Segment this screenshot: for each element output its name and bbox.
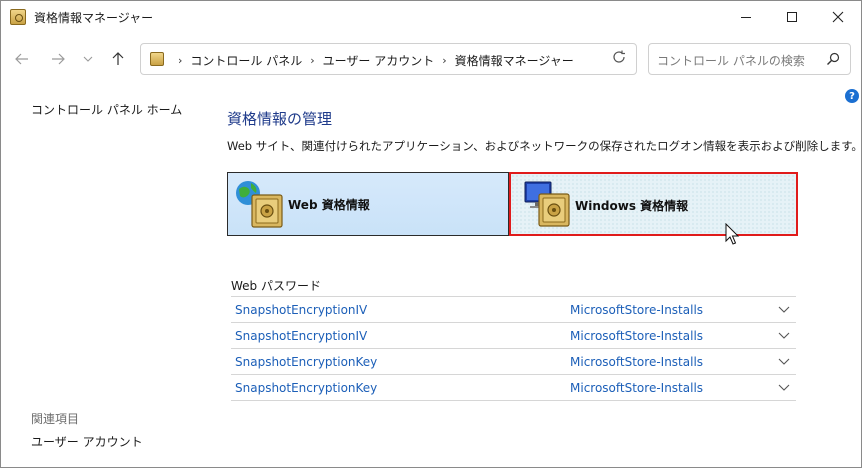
title-bar: 資格情報マネージャー [1, 1, 861, 33]
breadcrumb-control-panel[interactable]: コントロール パネル [190, 52, 302, 69]
search-icon[interactable] [826, 52, 840, 66]
credential-store[interactable]: MicrosoftStore-Installs [570, 303, 703, 317]
breadcrumb: › コントロール パネル › ユーザー アカウント › 資格情報マネージャー [170, 52, 574, 69]
list-item[interactable]: SnapshotEncryptionIV MicrosoftStore-Inst… [231, 297, 796, 323]
monitor-vault-icon [524, 181, 570, 227]
credential-name[interactable]: SnapshotEncryptionIV [235, 329, 367, 343]
up-arrow-icon [112, 52, 124, 65]
refresh-icon [613, 50, 625, 63]
recent-locations-icon [83, 56, 93, 62]
close-icon [832, 11, 844, 23]
web-passwords-header: Web パスワード [231, 279, 321, 293]
back-button[interactable] [11, 49, 33, 69]
credential-name[interactable]: SnapshotEncryptionKey [235, 355, 377, 369]
web-credentials-label: Web 資格情報 [288, 198, 370, 212]
credential-store[interactable]: MicrosoftStore-Installs [570, 355, 703, 369]
close-button[interactable] [815, 1, 861, 33]
breadcrumb-credential-manager[interactable]: 資格情報マネージャー [455, 52, 574, 69]
chevron-down-icon[interactable] [778, 329, 790, 341]
window-title: 資格情報マネージャー [34, 11, 154, 25]
list-item[interactable]: SnapshotEncryptionIV MicrosoftStore-Inst… [231, 323, 796, 349]
web-passwords-list: SnapshotEncryptionIV MicrosoftStore-Inst… [231, 296, 796, 401]
list-item[interactable]: SnapshotEncryptionKey MicrosoftStore-Ins… [231, 349, 796, 375]
list-item[interactable]: SnapshotEncryptionKey MicrosoftStore-Ins… [231, 375, 796, 401]
web-credentials-tile[interactable]: Web 資格情報 [227, 172, 509, 236]
forward-arrow-icon [52, 53, 65, 65]
up-button[interactable] [107, 49, 129, 69]
refresh-button[interactable] [612, 50, 626, 68]
breadcrumb-separator[interactable]: › [178, 54, 182, 67]
breadcrumb-separator[interactable]: › [310, 54, 314, 67]
credential-manager-icon [10, 9, 26, 25]
search-input[interactable]: コントロール パネルの検索 [648, 43, 851, 75]
minimize-icon [741, 16, 751, 18]
credential-store[interactable]: MicrosoftStore-Installs [570, 381, 703, 395]
page-title: 資格情報の管理 [227, 110, 333, 128]
credential-store[interactable]: MicrosoftStore-Installs [570, 329, 703, 343]
chevron-down-icon[interactable] [778, 355, 790, 367]
back-arrow-icon [15, 53, 28, 65]
related-topics-title: 関連項目 [31, 412, 80, 426]
windows-credentials-label: Windows 資格情報 [575, 199, 689, 213]
search-placeholder: コントロール パネルの検索 [657, 54, 805, 68]
navigation-bar: › コントロール パネル › ユーザー アカウント › 資格情報マネージャー コ… [1, 39, 861, 79]
control-panel-home-link[interactable]: コントロール パネル ホーム [31, 101, 182, 118]
maximize-icon [787, 12, 797, 22]
breadcrumb-separator[interactable]: › [442, 54, 446, 67]
windows-credentials-tile[interactable]: Windows 資格情報 [509, 172, 798, 236]
recent-locations-button[interactable] [77, 49, 99, 69]
maximize-button[interactable] [769, 1, 815, 33]
credential-manager-icon [150, 52, 164, 66]
chevron-down-icon[interactable] [778, 381, 790, 393]
help-icon[interactable]: ? [845, 89, 859, 103]
page-description: Web サイト、関連付けられたアプリケーション、およびネットワークの保存されたロ… [227, 139, 862, 153]
forward-button[interactable] [47, 49, 69, 69]
credential-name[interactable]: SnapshotEncryptionKey [235, 381, 377, 395]
minimize-button[interactable] [723, 1, 769, 33]
mouse-cursor-icon [725, 223, 740, 245]
address-bar[interactable]: › コントロール パネル › ユーザー アカウント › 資格情報マネージャー [140, 43, 637, 75]
breadcrumb-user-accounts[interactable]: ユーザー アカウント [323, 52, 435, 69]
globe-vault-icon [236, 181, 283, 228]
credential-name[interactable]: SnapshotEncryptionIV [235, 303, 367, 317]
user-accounts-link[interactable]: ユーザー アカウント [31, 433, 143, 450]
chevron-down-icon[interactable] [778, 303, 790, 315]
credential-manager-window: 資格情報マネージャー › コントロール パネル › ユーザー アカウント › 資… [0, 0, 862, 468]
